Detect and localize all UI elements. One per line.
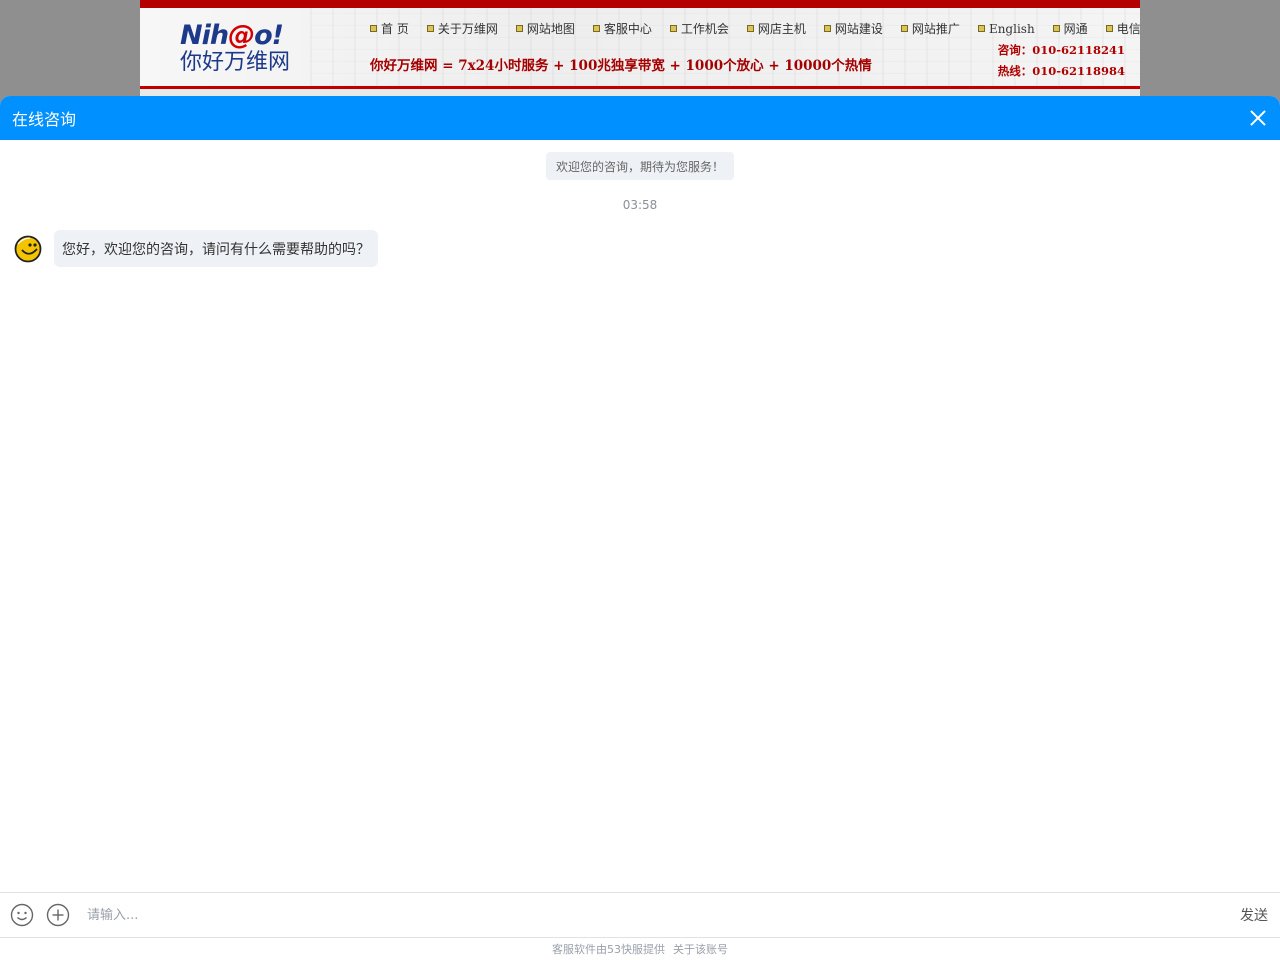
nav-item-netcom[interactable]: 网通 bbox=[1052, 20, 1088, 37]
site-top-bar bbox=[140, 0, 1140, 8]
nav-item-sitemap[interactable]: 网站地图 bbox=[515, 20, 575, 37]
nav-item-home[interactable]: 首 页 bbox=[370, 20, 409, 37]
system-message: 欢迎您的咨询，期待为您服务！ bbox=[546, 152, 734, 180]
nav-bullet-icon bbox=[977, 25, 985, 32]
nav-bullet-icon bbox=[426, 25, 434, 32]
nav-item-about[interactable]: 关于万维网 bbox=[426, 20, 498, 37]
nav-bullet-icon bbox=[823, 25, 831, 32]
footer-about-link[interactable]: 关于该账号 bbox=[673, 941, 728, 957]
footer-provider-link[interactable]: 客服软件由53快服提供 bbox=[552, 941, 665, 957]
close-icon[interactable] bbox=[1248, 108, 1268, 128]
agent-message-bubble: 您好，欢迎您的咨询，请问有什么需要帮助的吗？ bbox=[54, 230, 378, 267]
chat-header: 在线咨询 bbox=[0, 96, 1280, 140]
site-slogan: 你好万维网 = 7x24小时服务 + 100兆独享带宽 + 1000个放心 + … bbox=[370, 58, 872, 74]
nav-bullet-icon bbox=[592, 25, 600, 32]
chat-window: 在线咨询 欢迎您的咨询，期待为您服务！ 03:58 您好，欢迎您的咨询，请问有什… bbox=[0, 96, 1280, 960]
emoji-icon[interactable] bbox=[10, 903, 34, 927]
hotline-phone: 热线：010-62118984 bbox=[997, 64, 1125, 78]
nav-bullet-icon bbox=[669, 25, 677, 32]
chat-footer: 客服软件由53快服提供 关于该账号 bbox=[0, 938, 1280, 960]
logo-text: Nih@o! bbox=[180, 20, 284, 51]
message-list: 欢迎您的咨询，期待为您服务！ 03:58 您好，欢迎您的咨询，请问有什么需要帮助… bbox=[0, 140, 1280, 892]
nav-bullet-icon bbox=[1052, 25, 1060, 32]
chat-input-bar: 发送 bbox=[0, 892, 1280, 938]
nav-bullet-icon bbox=[900, 25, 908, 32]
nav-item-english[interactable]: English bbox=[977, 20, 1035, 37]
nav-bullet-icon bbox=[370, 25, 377, 32]
nav-item-service[interactable]: 客服中心 bbox=[592, 20, 652, 37]
nav-item-promotion[interactable]: 网站推广 bbox=[900, 20, 960, 37]
nav-bullet-icon bbox=[515, 25, 523, 32]
top-navigation: 首 页 关于万维网 网站地图 客服中心 工作机会 网店主机 网站建设 网站推广 … bbox=[370, 20, 1140, 37]
site-logo[interactable]: Nih@o! 你好万维网 bbox=[180, 22, 300, 80]
smiley-avatar-icon bbox=[14, 235, 42, 262]
plus-icon[interactable] bbox=[46, 903, 70, 927]
chat-title: 在线咨询 bbox=[12, 110, 77, 129]
nav-item-telecom[interactable]: 电信 bbox=[1105, 20, 1140, 37]
send-button[interactable]: 发送 bbox=[1240, 905, 1268, 925]
agent-message-row: 您好，欢迎您的咨询，请问有什么需要帮助的吗？ bbox=[14, 230, 378, 267]
nav-bullet-icon bbox=[746, 25, 754, 32]
consult-phone: 咨询：010-62118241 bbox=[997, 43, 1125, 57]
contact-numbers: 咨询：010-62118241 热线：010-62118984 bbox=[998, 40, 1125, 82]
logo-cn-text: 你好万维网 bbox=[180, 50, 291, 75]
message-timestamp: 03:58 bbox=[622, 198, 658, 212]
nav-bullet-icon bbox=[1105, 25, 1113, 32]
nav-item-hosting[interactable]: 网店主机 bbox=[746, 20, 806, 37]
nav-item-jobs[interactable]: 工作机会 bbox=[669, 20, 729, 37]
nav-item-webdev[interactable]: 网站建设 bbox=[823, 20, 883, 37]
chat-message-input[interactable] bbox=[85, 899, 1240, 931]
site-header: Nih@o! 你好万维网 首 页 关于万维网 网站地图 客服中心 工作机会 网店… bbox=[140, 8, 1140, 89]
